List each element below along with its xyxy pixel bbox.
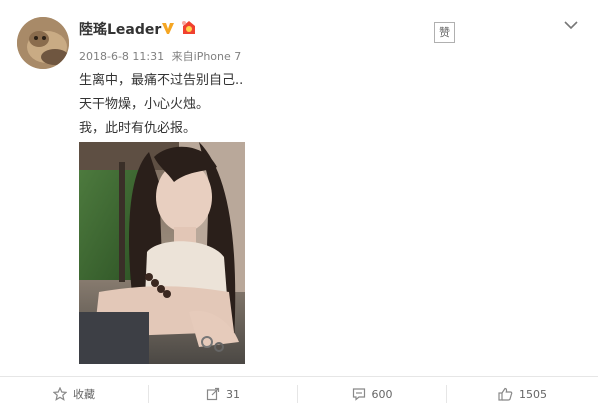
comment-count: 600 [371, 387, 393, 401]
like-button[interactable]: 1505 [447, 378, 598, 410]
post-text-line: 天干物燥，小心火烛。 [79, 97, 210, 112]
thumb-up-icon [498, 387, 513, 401]
favorite-label: 收藏 [73, 388, 95, 401]
star-icon [53, 387, 67, 401]
comment-button[interactable]: 600 [298, 378, 446, 410]
comment-icon [352, 388, 365, 401]
chevron-down-icon[interactable] [564, 20, 578, 30]
weibo-post-card: 陸瑤Leader 2018-6-8 11:31 来自iPhone 7 赞 生离中… [0, 0, 598, 410]
repost-button[interactable]: 31 [149, 378, 297, 410]
verified-icon [162, 23, 174, 34]
post-source[interactable]: iPhone 7 [194, 50, 242, 63]
post-time[interactable]: 2018-6-8 11:31 [79, 50, 164, 63]
zan-stamp: 赞 [434, 22, 455, 43]
source-prefix: 来自 [171, 50, 194, 63]
username[interactable]: 陸瑤Leader [79, 19, 161, 39]
repost-icon [206, 387, 220, 401]
avatar[interactable] [17, 17, 69, 69]
post-meta: 2018-6-8 11:31 来自iPhone 7 [79, 48, 245, 64]
post-photo[interactable] [79, 142, 245, 364]
like-count: 1505 [519, 387, 547, 401]
post-text-line: 我，此时有仇必报。 [79, 121, 197, 136]
repost-count: 31 [226, 387, 240, 401]
post-text-line: 生离中，最痛不过告别自己.. [79, 73, 244, 88]
favorite-button[interactable]: 收藏 [0, 378, 148, 410]
vip-icon[interactable] [180, 19, 198, 37]
divider [0, 376, 598, 377]
